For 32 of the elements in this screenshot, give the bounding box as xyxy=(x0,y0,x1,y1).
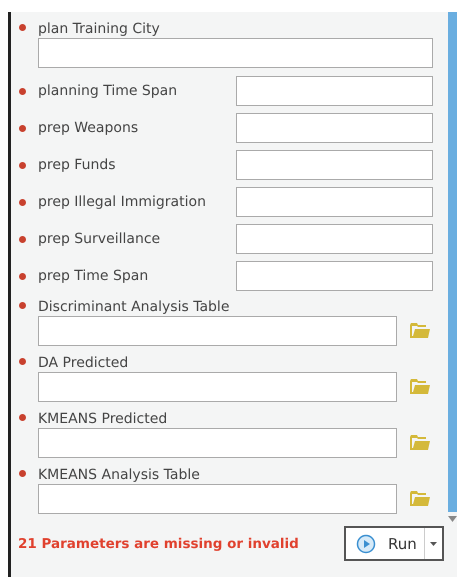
input-field[interactable] xyxy=(236,76,433,106)
parameter-label: prep Illegal Immigration xyxy=(38,193,207,211)
input-field[interactable] xyxy=(38,38,433,68)
input-field[interactable] xyxy=(236,187,433,217)
folder-icon[interactable] xyxy=(410,491,430,507)
parameter-label: prep Weapons xyxy=(38,119,140,137)
input-field[interactable] xyxy=(236,150,433,180)
input-field[interactable] xyxy=(38,316,397,346)
play-icon xyxy=(356,534,376,554)
folder-icon[interactable] xyxy=(410,435,430,451)
parameter-label: plan Training City xyxy=(38,20,161,38)
parameter-label: DA Predicted xyxy=(38,354,130,372)
caret-icon[interactable] xyxy=(430,542,437,546)
run-button[interactable]: Run xyxy=(344,526,444,561)
parameter-label: prep Funds xyxy=(38,156,116,174)
parameter-label: KMEANS Analysis Table xyxy=(38,466,201,484)
folder-icon[interactable] xyxy=(410,379,430,395)
parameter-label: planning Time Span xyxy=(38,82,178,100)
input-field[interactable] xyxy=(236,261,433,291)
scroll-down-icon[interactable] xyxy=(448,516,457,522)
scrollbar-thumb[interactable] xyxy=(448,12,457,512)
parameter-label: KMEANS Predicted xyxy=(38,410,168,428)
input-field[interactable] xyxy=(236,224,433,254)
parameter-label: prep Surveillance xyxy=(38,230,162,248)
input-field[interactable] xyxy=(38,372,397,402)
input-field[interactable] xyxy=(38,428,397,458)
parameter-label: prep Time Span xyxy=(38,267,150,285)
input-field[interactable] xyxy=(236,113,433,143)
parameter-label: Discriminant Analysis Table xyxy=(38,298,230,316)
input-field[interactable] xyxy=(38,484,397,514)
folder-icon[interactable] xyxy=(410,323,430,339)
error-message: 21 Parameters are missing or invalid xyxy=(18,536,299,552)
